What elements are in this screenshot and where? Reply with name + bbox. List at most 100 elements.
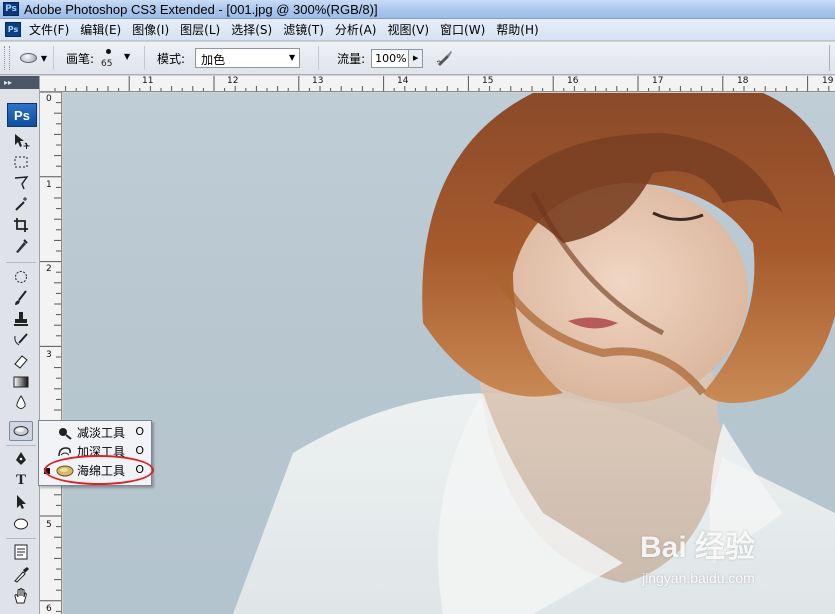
selected-bullet — [44, 430, 50, 436]
mode-select[interactable]: 加色 ▼ — [195, 48, 301, 68]
ruler-label: 14 — [397, 76, 409, 86]
marquee-tool[interactable] — [9, 152, 33, 172]
hand-tool[interactable] — [9, 586, 33, 606]
divider — [144, 46, 146, 70]
shape-tool[interactable] — [9, 514, 33, 534]
eyedropper-slice-icon — [16, 239, 28, 253]
brush-size: 65 — [101, 59, 113, 69]
photoshop-window: Ps Adobe Photoshop CS3 Extended - [001.j… — [0, 0, 835, 614]
toolbox-divider — [6, 262, 36, 263]
eyedropper-tool[interactable] — [9, 564, 33, 584]
clone-stamp-tool[interactable] — [9, 309, 33, 329]
crop-tool[interactable] — [9, 215, 33, 235]
window-title: Adobe Photoshop CS3 Extended - [001.jpg … — [24, 1, 378, 17]
type-tool[interactable]: T — [9, 470, 33, 490]
ruler-label: 17 — [652, 76, 664, 86]
move-tool[interactable] — [9, 131, 33, 151]
chevron-down-icon: ▼ — [288, 53, 296, 62]
menu-bar: Ps 文件(F) 编辑(E) 图像(I) 图层(L) 选择(S) 滤镜(T) 分… — [0, 19, 835, 41]
ruler-label: 16 — [567, 76, 579, 86]
vertical-ruler: 0 1 2 3 4 5 6 — [40, 92, 62, 614]
ruler-label: 1 — [46, 180, 52, 190]
highlight-annotation — [44, 455, 154, 485]
watermark-brand: Bai 经验 — [640, 531, 756, 564]
mode-label: 模式: — [157, 51, 186, 66]
toolbox-header[interactable]: ▸▸ — [0, 76, 39, 89]
pen-tool[interactable] — [9, 449, 33, 469]
spot-healing-tool[interactable] — [9, 267, 33, 287]
marquee-icon — [14, 156, 28, 168]
ruler-ticks — [54, 76, 830, 91]
flyout-item-dodge[interactable]: 减淡工具 O — [39, 423, 151, 442]
brush-icon — [15, 290, 27, 305]
ellipse-shape-icon — [14, 518, 28, 530]
flow-slider-button[interactable]: ▶ — [409, 48, 424, 68]
ruler-label: 3 — [46, 350, 52, 360]
menu-layer[interactable]: 图层(L) — [177, 21, 228, 38]
ruler-label: 15 — [482, 76, 494, 86]
notes-tool[interactable] — [9, 542, 33, 562]
ruler-label: 2 — [46, 264, 52, 274]
menu-analysis[interactable]: 分析(A) — [332, 21, 385, 38]
lasso-icon — [14, 176, 29, 190]
toolbox: ▸▸ Ps T — [0, 76, 40, 614]
path-select-icon — [17, 495, 26, 509]
ruler-label: 6 — [46, 604, 52, 614]
watermark-url: jingyan.baidu.com — [642, 570, 755, 586]
pen-icon — [16, 452, 26, 465]
title-bar: Ps Adobe Photoshop CS3 Extended - [001.j… — [0, 0, 835, 19]
horizontal-ruler: 11 12 13 14 15 16 17 18 19 — [40, 76, 835, 92]
menu-file[interactable]: 文件(F) — [26, 21, 77, 38]
flow-input[interactable]: 100% — [371, 48, 410, 68]
ps-logo[interactable]: Ps — [7, 103, 37, 127]
brush-tip-icon — [106, 49, 112, 54]
toolbox-divider — [6, 445, 36, 446]
menu-filter[interactable]: 滤镜(T) — [280, 21, 332, 38]
history-brush-icon — [14, 333, 28, 346]
menu-view[interactable]: 视图(V) — [384, 21, 437, 38]
toolbox-divider — [6, 538, 36, 539]
type-icon: T — [15, 471, 26, 488]
brush-label: 画笔: — [66, 51, 95, 66]
ruler-label: 5 — [46, 520, 52, 530]
eraser-icon — [14, 355, 28, 369]
hand-icon — [14, 588, 27, 604]
shortcut-key: O — [135, 425, 144, 438]
brush-tool[interactable] — [9, 288, 33, 308]
lasso-tool[interactable] — [9, 173, 33, 193]
path-selection-tool[interactable] — [9, 492, 33, 512]
dodge-icon — [56, 426, 74, 440]
sponge-icon — [19, 53, 37, 63]
brush-picker[interactable]: 65 ▼ — [100, 45, 134, 71]
history-brush-tool[interactable] — [9, 330, 33, 350]
notes-icon — [14, 544, 28, 560]
eraser-tool[interactable] — [9, 351, 33, 371]
dropdown-arrow-icon: ▼ — [40, 53, 48, 63]
magic-wand-tool[interactable] — [9, 194, 33, 214]
menu-select[interactable]: 选择(S) — [228, 21, 280, 38]
magic-wand-icon — [15, 197, 27, 211]
options-grip[interactable] — [4, 46, 10, 70]
menu-edit[interactable]: 编辑(E) — [77, 21, 129, 38]
sponge-tool[interactable] — [9, 421, 33, 441]
selected-bullet — [44, 449, 50, 455]
ruler-label: 18 — [737, 76, 749, 86]
ruler-label: 19 — [822, 76, 834, 86]
menu-help[interactable]: 帮助(H) — [493, 21, 546, 38]
gradient-tool[interactable] — [9, 372, 33, 392]
flyout-label: 减淡工具 — [77, 426, 126, 440]
menu-window[interactable]: 窗口(W) — [437, 21, 493, 38]
blur-tool[interactable] — [9, 393, 33, 413]
airbrush-toggle[interactable] — [433, 46, 457, 70]
slice-tool[interactable] — [9, 236, 33, 256]
document-icon[interactable]: Ps — [5, 22, 21, 37]
dropdown-arrow-icon: ▼ — [124, 52, 131, 61]
move-icon — [15, 134, 30, 149]
stamp-icon — [14, 312, 28, 326]
menu-image[interactable]: 图像(I) — [129, 21, 177, 38]
tool-preset-picker[interactable]: ▼ — [14, 46, 54, 70]
ruler-label: 13 — [312, 76, 324, 86]
mode-value: 加色 — [201, 53, 226, 67]
flow-label: 流量: — [337, 51, 366, 66]
ruler-label: 12 — [227, 76, 239, 86]
